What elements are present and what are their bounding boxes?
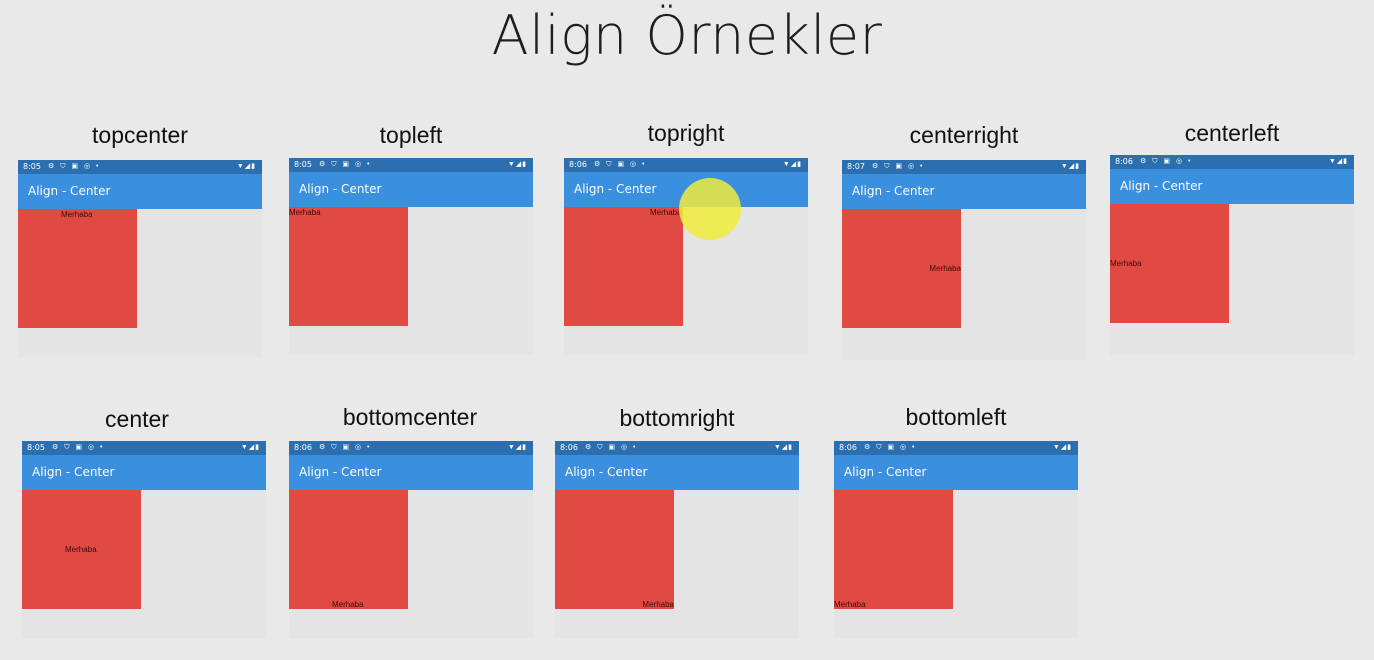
status-bar: 8:07 ⚙ ⛉ ▣ ◎ • ▼◢▮ [842,160,1086,174]
status-icons: ⚙ ⛉ ▣ ◎ • [585,444,638,451]
phone-screenshot: 8:07 ⚙ ⛉ ▣ ◎ • ▼◢▮ Align - Center Merhab… [842,160,1086,360]
phone-screenshot: 8:05 ⚙ ⛉ ▣ ◎ • ▼◢▮ Align - Center Merhab… [18,160,262,357]
merhaba-text: Merhaba [61,210,93,219]
app-bar-title: Align - Center [834,455,1078,490]
example-card-centerleft: centerleft 8:06 ⚙ ⛉ ▣ ◎ • ▼◢▮ Align - Ce… [1110,120,1354,360]
touch-indicator-icon [679,178,741,240]
example-label: bottomright [619,405,735,431]
merhaba-text: Merhaba [834,600,866,609]
red-container: Merhaba [289,490,408,609]
example-label: bottomleft [905,404,1007,430]
example-label: centerright [909,122,1019,148]
phone-screenshot: 8:06 ⚙ ⛉ ▣ ◎ • ▼◢▮ Align - Center Merhab… [289,441,533,638]
red-container: Merhaba [564,207,683,326]
red-container: Merhaba [1110,204,1229,323]
status-time: 8:06 [560,443,578,452]
example-card-bottomcenter: bottomcenter 8:06 ⚙ ⛉ ▣ ◎ • ▼◢▮ Align - … [289,402,533,642]
merhaba-text: Merhaba [929,264,961,273]
example-label: topleft [379,122,443,148]
status-time: 8:05 [23,162,41,171]
status-bar: 8:05 ⚙ ⛉ ▣ ◎ • ▼◢▮ [22,441,266,455]
app-bar-title: Align - Center [555,455,799,490]
example-card-topright: topright 8:06 ⚙ ⛉ ▣ ◎ • ▼◢▮ Align - Cent… [564,118,808,358]
example-card-center: center 8:05 ⚙ ⛉ ▣ ◎ • ▼◢▮ Align - Center… [22,404,266,644]
status-time: 8:07 [847,162,865,171]
phone-screenshot: 8:05 ⚙ ⛉ ▣ ◎ • ▼◢▮ Align - Center Merhab… [289,158,533,355]
merhaba-text: Merhaba [289,208,321,217]
example-label: center [105,406,169,432]
example-card-bottomleft: bottomleft 8:06 ⚙ ⛉ ▣ ◎ • ▼◢▮ Align - Ce… [834,402,1078,642]
merhaba-text: Merhaba [1110,259,1142,268]
app-bar-title: Align - Center [289,172,533,207]
status-bar: 8:06 ⚙ ⛉ ▣ ◎ • ▼◢▮ [289,441,533,455]
status-bar: 8:06 ⚙ ⛉ ▣ ◎ • ▼◢▮ [564,158,808,172]
status-time: 8:06 [569,160,587,169]
status-bar: 8:06 ⚙ ⛉ ▣ ◎ • ▼◢▮ [1110,155,1354,169]
app-bar-title: Align - Center [289,455,533,490]
status-bar: 8:06 ⚙ ⛉ ▣ ◎ • ▼◢▮ [555,441,799,455]
signal-battery-icons: ▼◢▮ [240,444,260,451]
signal-battery-icons: ▼◢▮ [782,161,802,168]
status-icons: ⚙ ⛉ ▣ ◎ • [52,444,105,451]
example-card-centerright: centerright 8:07 ⚙ ⛉ ▣ ◎ • ▼◢▮ Align - C… [842,120,1086,360]
app-bar-title: Align - Center [18,174,262,209]
red-container: Merhaba [842,209,961,328]
signal-battery-icons: ▼◢▮ [507,444,527,451]
merhaba-text: Merhaba [332,600,364,609]
status-icons: ⚙ ⛉ ▣ ◎ • [319,444,372,451]
status-icons: ⚙ ⛉ ▣ ◎ • [872,163,925,170]
phone-screenshot: 8:06 ⚙ ⛉ ▣ ◎ • ▼◢▮ Align - Center Merhab… [1110,155,1354,355]
status-time: 8:06 [1115,157,1133,166]
status-icons: ⚙ ⛉ ▣ ◎ • [594,161,647,168]
example-card-topcenter: topcenter 8:05 ⚙ ⛉ ▣ ◎ • ▼◢▮ Align - Cen… [18,120,262,360]
merhaba-text: Merhaba [642,600,674,609]
status-bar: 8:06 ⚙ ⛉ ▣ ◎ • ▼◢▮ [834,441,1078,455]
phone-screenshot: 8:06 ⚙ ⛉ ▣ ◎ • ▼◢▮ Align - Center Merhab… [555,441,799,638]
phone-screenshot: 8:06 ⚙ ⛉ ▣ ◎ • ▼◢▮ Align - Center Merhab… [834,441,1078,638]
app-bar-title: Align - Center [1110,169,1354,204]
example-card-bottomright: bottomright 8:06 ⚙ ⛉ ▣ ◎ • ▼◢▮ Align - C… [555,404,799,644]
example-card-topleft: topleft 8:05 ⚙ ⛉ ▣ ◎ • ▼◢▮ Align - Cente… [289,120,533,360]
example-label: topright [647,120,725,146]
signal-battery-icons: ▼◢▮ [1052,444,1072,451]
status-time: 8:06 [294,443,312,452]
status-bar: 8:05 ⚙ ⛉ ▣ ◎ • ▼◢▮ [18,160,262,174]
status-icons: ⚙ ⛉ ▣ ◎ • [1140,158,1193,165]
red-container: Merhaba [289,207,408,326]
signal-battery-icons: ▼◢▮ [773,444,793,451]
status-bar: 8:05 ⚙ ⛉ ▣ ◎ • ▼◢▮ [289,158,533,172]
status-icons: ⚙ ⛉ ▣ ◎ • [864,444,917,451]
status-time: 8:05 [294,160,312,169]
signal-battery-icons: ▼◢▮ [507,161,527,168]
example-label: centerleft [1184,120,1280,146]
status-time: 8:05 [27,443,45,452]
status-icons: ⚙ ⛉ ▣ ◎ • [48,163,101,170]
phone-screenshot: 8:05 ⚙ ⛉ ▣ ◎ • ▼◢▮ Align - Center Merhab… [22,441,266,638]
slide-title: Align Örnekler [491,4,883,67]
status-icons: ⚙ ⛉ ▣ ◎ • [319,161,372,168]
red-container: Merhaba [834,490,953,609]
signal-battery-icons: ▼◢▮ [1060,163,1080,170]
status-time: 8:06 [839,443,857,452]
red-container: Merhaba [22,490,141,609]
merhaba-text: Merhaba [65,545,97,554]
signal-battery-icons: ▼◢▮ [1328,158,1348,165]
example-label: topcenter [92,122,188,148]
red-container: Merhaba [555,490,674,609]
red-container: Merhaba [18,209,137,328]
merhaba-text: Merhaba [650,208,682,217]
example-label: bottomcenter [342,404,478,430]
signal-battery-icons: ▼◢▮ [236,163,256,170]
phone-screenshot: 8:06 ⚙ ⛉ ▣ ◎ • ▼◢▮ Align - Center Merhab… [564,158,808,355]
app-bar-title: Align - Center [22,455,266,490]
app-bar-title: Align - Center [842,174,1086,209]
